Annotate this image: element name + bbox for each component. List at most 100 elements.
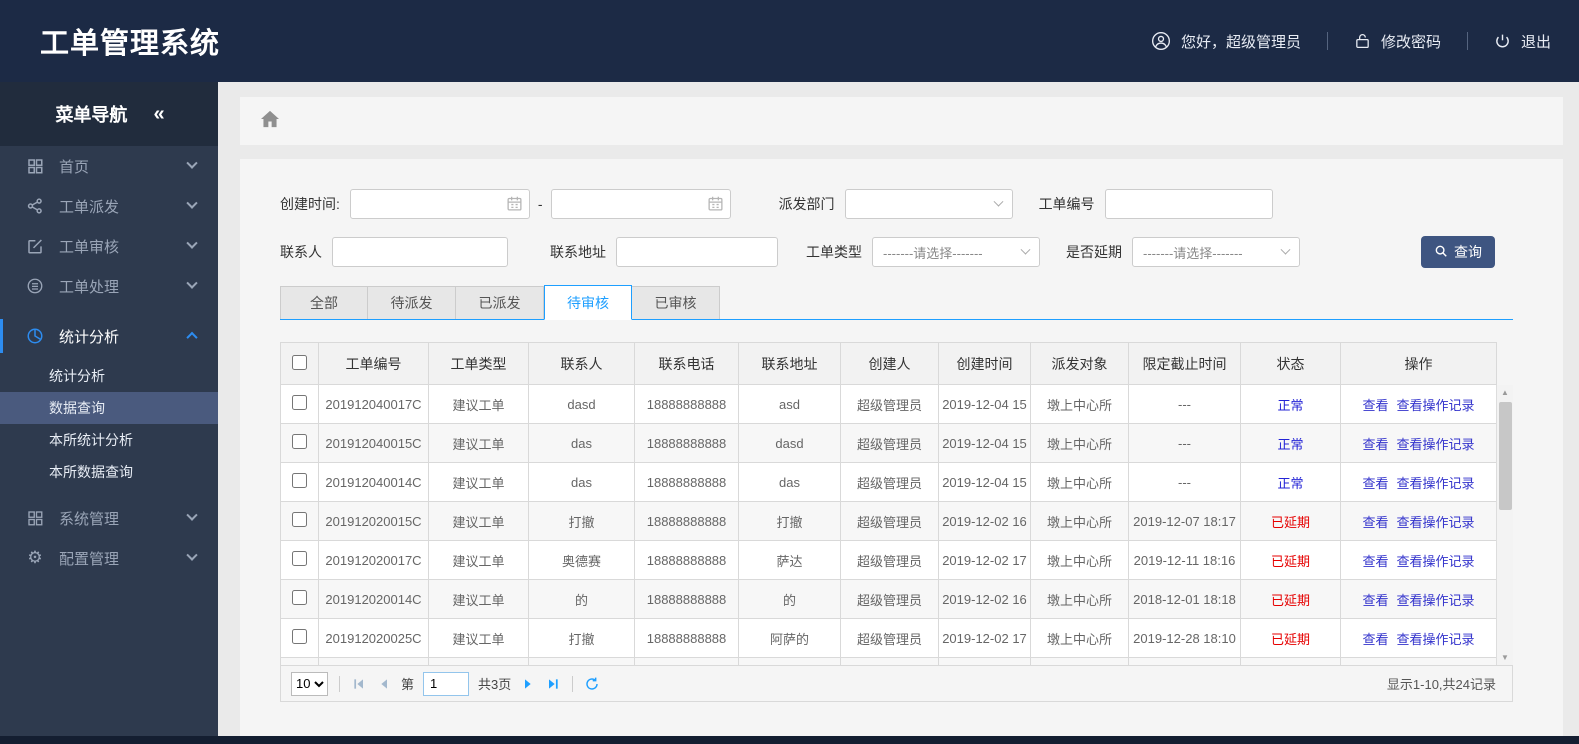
next-page-button[interactable] <box>520 676 536 692</box>
status-badge: 已延期 <box>1270 553 1310 569</box>
change-password-link[interactable]: 修改密码 <box>1354 31 1441 52</box>
view-log-link[interactable]: 查看操作记录 <box>1397 398 1475 413</box>
calendar-icon <box>506 195 523 215</box>
pager-divider <box>339 675 340 692</box>
table-header-row: 工单编号 工单类型 联系人 联系电话 联系地址 创建人 创建时间 派发对象 限定截止时间 状态 操作 <box>280 342 1497 385</box>
row-checkbox[interactable] <box>292 551 307 566</box>
cell-order_no: 201912040014C <box>318 462 429 502</box>
view-link[interactable]: 查看 <box>1362 515 1388 530</box>
cell-status: 正常 <box>1240 384 1341 424</box>
sidebar-subitem[interactable]: 统计分析 <box>0 360 218 392</box>
sidebar-item-audit[interactable]: 工单审核 <box>0 226 218 266</box>
sidebar-item-system[interactable]: 系统管理 <box>0 498 218 538</box>
page-size-select[interactable]: 10 <box>291 671 328 696</box>
sidebar-item-dispatch[interactable]: 工单派发 <box>0 186 218 226</box>
prev-page-button[interactable] <box>376 676 392 692</box>
cell-created: 2019-12-02 17 <box>938 618 1031 658</box>
create-time-start-input[interactable] <box>349 189 530 219</box>
chevron-down-icon <box>1280 244 1291 255</box>
vertical-scrollbar[interactable]: ▲ ▼ <box>1496 385 1513 665</box>
tab-dispatched[interactable]: 已派发 <box>456 286 544 320</box>
sidebar-subitem[interactable]: 本所统计分析 <box>0 424 218 456</box>
address-input[interactable] <box>616 237 778 267</box>
app-root: 工单管理系统 您好，超级管理员 修改密码 退出 菜单导航 « 首页 工单派发 工… <box>0 0 1579 744</box>
table-row: 201912040014C 建议工单 das 18888888888 das 超级管理员 2… <box>280 462 1497 502</box>
cell-phone: 18888888888 <box>634 579 739 619</box>
query-panel: 创建时间: - 派发部门 工单编号 联系人 联系地址 工单类型 -------请… <box>240 159 1563 736</box>
home-icon[interactable] <box>260 110 280 133</box>
cell-type: 建议工单 <box>428 618 529 658</box>
chevron-down-icon <box>186 277 198 289</box>
row-checkbox[interactable] <box>292 590 307 605</box>
sidebar-item-label: 工单审核 <box>59 238 120 256</box>
row-checkbox-cell <box>280 618 319 658</box>
column-header: 创建时间 <box>938 342 1031 385</box>
row-checkbox-cell <box>280 540 319 580</box>
sidebar-item-home[interactable]: 首页 <box>0 146 218 186</box>
cell-deadline: 2019-12-07 18:17 <box>1128 501 1241 541</box>
view-log-link[interactable]: 查看操作记录 <box>1397 554 1475 569</box>
sidebar-item-stats[interactable]: 统计分析 <box>0 316 218 356</box>
contact-input[interactable] <box>332 237 508 267</box>
row-checkbox[interactable] <box>292 473 307 488</box>
sidebar-item-label: 工单处理 <box>59 278 120 296</box>
order-no-input[interactable] <box>1104 189 1273 219</box>
scroll-down-icon[interactable]: ▼ <box>1497 650 1513 665</box>
view-link[interactable]: 查看 <box>1362 398 1388 413</box>
status-badge: 正常 <box>1277 397 1304 413</box>
breadcrumb <box>240 97 1563 145</box>
view-link[interactable]: 查看 <box>1362 632 1388 647</box>
row-checkbox[interactable] <box>292 434 307 449</box>
cell-actions: 查看 查看操作记录 <box>1340 384 1497 424</box>
order-type-select[interactable]: -------请选择------- <box>872 237 1040 267</box>
cell-target: 墩上中心所 <box>1030 579 1129 619</box>
first-page-button[interactable] <box>351 676 367 692</box>
tab-all[interactable]: 全部 <box>280 286 368 320</box>
sidebar-item-config[interactable]: ⚙ 配置管理 <box>0 538 218 578</box>
modules-icon <box>25 508 45 528</box>
orders-table-wrap: 工单编号 工单类型 联系人 联系电话 联系地址 创建人 创建时间 派发对象 限定截止时间 状态 操作… <box>280 342 1513 666</box>
scroll-up-icon[interactable]: ▲ <box>1497 385 1513 400</box>
row-checkbox[interactable] <box>292 629 307 644</box>
logout-text: 退出 <box>1520 33 1551 51</box>
sidebar-item-process[interactable]: 工单处理 <box>0 266 218 306</box>
view-log-link[interactable]: 查看操作记录 <box>1397 476 1475 491</box>
row-checkbox[interactable] <box>292 512 307 527</box>
view-log-link[interactable]: 查看操作记录 <box>1397 632 1475 647</box>
row-checkbox-cell <box>280 579 319 619</box>
dispatch-dept-select[interactable] <box>844 189 1013 219</box>
view-log-link[interactable]: 查看操作记录 <box>1397 437 1475 452</box>
create-time-end-input[interactable] <box>550 189 731 219</box>
view-log-link[interactable]: 查看操作记录 <box>1397 593 1475 608</box>
tab-to-dispatch[interactable]: 待派发 <box>368 286 456 320</box>
collapse-sidebar-button[interactable]: « <box>153 103 164 126</box>
view-link[interactable]: 查看 <box>1362 554 1388 569</box>
delay-select[interactable]: -------请选择------- <box>1132 237 1300 267</box>
tab-to-audit[interactable]: 待审核 <box>544 285 632 320</box>
view-link[interactable]: 查看 <box>1362 593 1388 608</box>
cell-address: 的 <box>738 579 841 619</box>
orders-table: 工单编号 工单类型 联系人 联系电话 联系地址 创建人 创建时间 派发对象 限定截止时间 状态 操作… <box>280 342 1497 665</box>
cell-address: das <box>738 462 841 502</box>
logout-link[interactable]: 退出 <box>1494 31 1551 52</box>
select-all-checkbox[interactable] <box>292 354 307 370</box>
page-number-input[interactable] <box>423 671 470 696</box>
cell-deadline: 2019-12-28 18:10 <box>1128 618 1241 658</box>
search-button[interactable]: 查询 <box>1421 236 1495 268</box>
page-prefix: 第 <box>401 677 415 692</box>
user-greeting[interactable]: 您好，超级管理员 <box>1151 31 1301 52</box>
view-link[interactable]: 查看 <box>1362 437 1388 452</box>
edit-icon <box>25 236 45 256</box>
sidebar-subitem[interactable]: 数据查询 <box>0 392 218 424</box>
refresh-button[interactable] <box>584 676 600 692</box>
view-log-link[interactable]: 查看操作记录 <box>1397 515 1475 530</box>
view-link[interactable]: 查看 <box>1362 476 1388 491</box>
last-page-button[interactable] <box>545 676 561 692</box>
sidebar-subitem[interactable]: 本所数据查询 <box>0 456 218 488</box>
top-header: 工单管理系统 您好，超级管理员 修改密码 退出 <box>0 0 1579 82</box>
chevron-down-icon <box>186 549 198 561</box>
cell-actions: 查看 查看操作记录 <box>1340 462 1497 502</box>
scrollbar-thumb[interactable] <box>1499 402 1512 510</box>
tab-audited[interactable]: 已审核 <box>632 286 720 320</box>
row-checkbox[interactable] <box>292 395 307 410</box>
